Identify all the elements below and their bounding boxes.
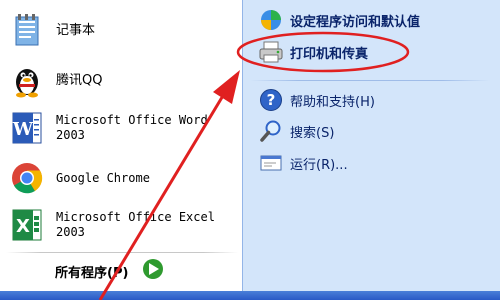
pinned-item-google-chrome[interactable]: Google Chrome [8, 153, 240, 203]
notepad-icon [8, 11, 46, 49]
search-icon [258, 118, 284, 144]
pinned-item-word-2003[interactable]: W Microsoft Office Word 2003 [8, 103, 240, 153]
pinned-item-label: Google Chrome [56, 170, 150, 185]
pinned-item-tencent-qq[interactable]: 腾讯QQ [8, 55, 240, 105]
all-programs-button[interactable]: 所有程序(P) [55, 256, 164, 286]
pinned-item-excel-2003[interactable]: X Microsoft Office Excel 2003 [8, 200, 240, 250]
set-program-access-label: 设定程序访问和默认值 [290, 14, 421, 30]
help-and-support-item[interactable]: ? 帮助和支持(H) [258, 86, 375, 114]
pinned-item-notepad[interactable]: 记事本 [8, 5, 240, 55]
search-label: 搜索(S) [290, 125, 335, 141]
printers-and-faxes-item[interactable]: 打印机和传真 [258, 38, 368, 66]
right-pane-divider [250, 80, 490, 81]
svg-text:W: W [12, 119, 34, 140]
run-icon [258, 150, 284, 176]
excel-icon: X [8, 206, 46, 244]
green-arrow-icon [142, 258, 164, 284]
svg-text:?: ? [267, 91, 276, 109]
set-program-access-item[interactable]: 设定程序访问和默认值 [258, 6, 420, 34]
pinned-item-label: 记事本 [56, 22, 96, 38]
run-item[interactable]: 运行(R)... [258, 149, 348, 177]
help-and-support-label: 帮助和支持(H) [290, 94, 375, 110]
taskbar [0, 291, 500, 300]
all-programs-label: 所有程序(P) [55, 265, 129, 281]
qq-penguin-icon [8, 61, 46, 99]
printers-and-faxes-label: 打印机和传真 [290, 46, 369, 62]
printer-icon [258, 39, 284, 65]
pinned-item-label: Microsoft Office Excel 2003 [56, 210, 215, 239]
pinned-item-label: Microsoft Office Word 2003 [56, 113, 208, 142]
pinned-item-label: 腾讯QQ [56, 72, 103, 88]
program-access-icon [258, 7, 284, 33]
chrome-icon [8, 159, 46, 197]
search-item[interactable]: 搜索(S) [258, 117, 334, 145]
help-icon: ? [258, 87, 284, 113]
run-label: 运行(R)... [290, 157, 348, 173]
svg-text:X: X [16, 216, 30, 237]
all-programs-divider [6, 252, 238, 253]
word-icon: W [8, 109, 46, 147]
